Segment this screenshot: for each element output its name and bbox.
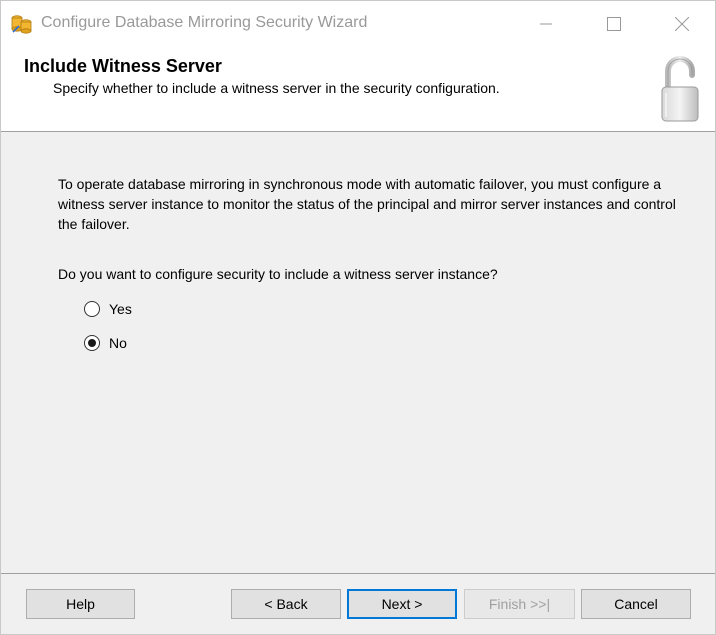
close-icon xyxy=(675,17,689,31)
wizard-header: Include Witness Server Specify whether t… xyxy=(1,47,715,132)
finish-button[interactable]: Finish >>| xyxy=(464,589,575,619)
cancel-button[interactable]: Cancel xyxy=(581,589,691,619)
page-title: Include Witness Server xyxy=(24,56,222,76)
minimize-button[interactable] xyxy=(523,1,569,47)
window-title: Configure Database Mirroring Security Wi… xyxy=(41,14,368,31)
minimize-icon xyxy=(540,23,552,25)
radio-no[interactable] xyxy=(84,335,100,351)
next-button-label: Next > xyxy=(381,596,423,612)
help-button[interactable]: Help xyxy=(26,589,135,619)
wizard-window: Configure Database Mirroring Security Wi… xyxy=(0,0,716,635)
help-button-label: Help xyxy=(66,596,95,612)
page-subtitle: Specify whether to include a witness ser… xyxy=(53,80,500,96)
radio-option-yes[interactable]: Yes xyxy=(84,301,132,317)
footer-divider xyxy=(1,573,715,574)
description-text: To operate database mirroring in synchro… xyxy=(58,176,676,232)
maximize-button[interactable] xyxy=(591,1,637,47)
maximize-icon xyxy=(607,17,621,31)
title-bar: Configure Database Mirroring Security Wi… xyxy=(1,1,715,47)
cancel-button-label: Cancel xyxy=(614,596,658,612)
wizard-body: To operate database mirroring in synchro… xyxy=(1,132,715,572)
close-button[interactable] xyxy=(659,1,705,47)
finish-button-label: Finish >>| xyxy=(488,596,551,612)
radio-option-no[interactable]: No xyxy=(84,335,127,351)
open-padlock-icon xyxy=(661,56,699,122)
database-app-icon xyxy=(11,15,32,34)
back-button[interactable]: < Back xyxy=(231,589,341,619)
radio-yes[interactable] xyxy=(84,301,100,317)
question-text: Do you want to configure security to inc… xyxy=(58,266,498,282)
next-button[interactable]: Next > xyxy=(347,589,457,619)
radio-label-no[interactable]: No xyxy=(109,335,127,351)
radio-label-yes[interactable]: Yes xyxy=(109,301,132,317)
back-button-label: < Back xyxy=(264,596,308,612)
